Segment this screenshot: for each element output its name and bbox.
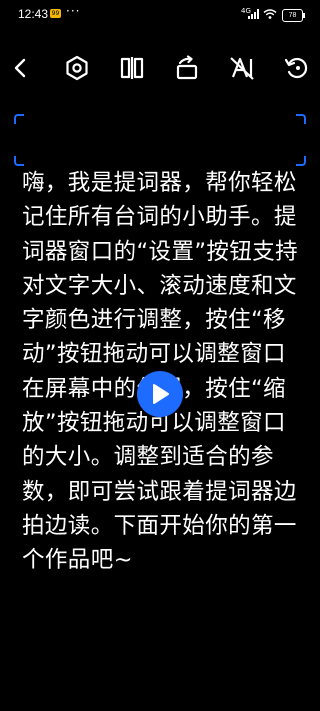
back-arrow-icon bbox=[14, 58, 26, 78]
prompter-window-frame[interactable] bbox=[14, 114, 306, 166]
toolbar bbox=[0, 48, 320, 88]
overflow-dots: ··· bbox=[66, 4, 81, 18]
status-bar: 12:43 99 ··· 4G 78 bbox=[0, 0, 320, 30]
notification-badge-icon: 99 bbox=[50, 9, 61, 18]
resize-corner-top-right[interactable] bbox=[296, 114, 306, 124]
rotate-button[interactable] bbox=[172, 53, 202, 83]
text-color-off-icon bbox=[230, 57, 254, 80]
reset-button[interactable] bbox=[282, 53, 312, 83]
resize-corner-bottom-left[interactable] bbox=[14, 156, 24, 166]
wifi-icon bbox=[263, 9, 277, 19]
battery-icon: 78 bbox=[282, 9, 305, 22]
play-button[interactable] bbox=[137, 371, 183, 417]
resize-corner-bottom-right[interactable] bbox=[296, 156, 306, 166]
mirror-button[interactable] bbox=[117, 53, 147, 83]
settings-hexagon-icon bbox=[66, 55, 88, 81]
rotate-icon bbox=[176, 55, 198, 80]
signal-icon bbox=[248, 9, 259, 19]
resize-corner-top-left[interactable] bbox=[14, 114, 24, 124]
reset-icon bbox=[284, 57, 308, 79]
back-button[interactable] bbox=[6, 53, 36, 83]
settings-button[interactable] bbox=[62, 53, 92, 83]
status-time: 12:43 bbox=[18, 7, 49, 21]
mirror-flip-icon bbox=[120, 57, 144, 79]
text-color-button[interactable] bbox=[227, 53, 257, 83]
play-icon bbox=[153, 384, 169, 404]
